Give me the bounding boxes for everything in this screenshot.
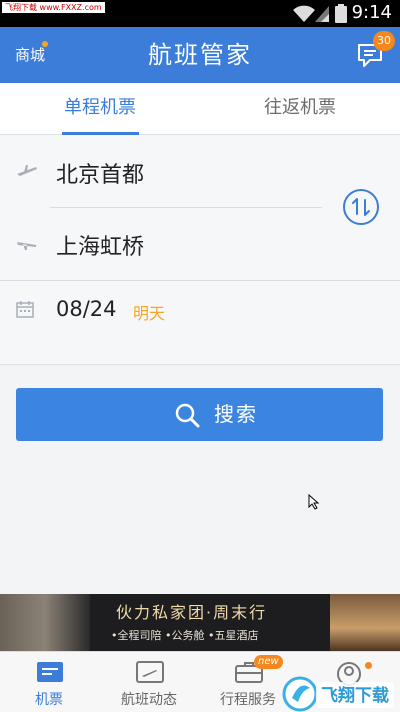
banner-champagne-photo — [330, 594, 400, 651]
banner-title: 伙力私家团·周末行 — [116, 603, 268, 622]
ticket-icon — [37, 662, 63, 682]
signal-icon — [315, 6, 329, 22]
status-time: 9:14 — [351, 2, 392, 23]
calendar-icon — [16, 301, 34, 318]
trip-type-tabs: 单程机票 往返机票 — [0, 83, 400, 135]
nav-label-tickets: 机票 — [35, 692, 63, 708]
nav-item-tickets[interactable]: 机票 — [0, 652, 100, 712]
title-bar: 商城 航班管家 — [0, 27, 400, 83]
site-logo-text: 飞翔下载 — [321, 685, 389, 706]
status-bar: 飞翔下载 www.FXXZ.com 9:14 — [0, 0, 400, 27]
departure-date[interactable]: 08/24 — [56, 297, 117, 321]
date-relative-tag: 明天 — [133, 304, 166, 323]
search-button[interactable]: 搜索 — [16, 388, 383, 441]
takeoff-icon — [17, 165, 37, 176]
swap-arrows-icon — [352, 198, 370, 216]
tab-one-way[interactable]: 单程机票 — [0, 83, 200, 135]
active-tab-indicator — [62, 132, 139, 135]
watermark-label: 飞翔下载 www.FXXZ.com — [2, 2, 105, 13]
battery-icon — [335, 4, 347, 23]
new-badge: new — [254, 655, 283, 669]
arrival-city[interactable]: 上海虹桥 — [56, 229, 144, 261]
mouse-cursor-icon — [308, 494, 320, 510]
landing-icon — [17, 242, 36, 250]
flight-status-icon — [136, 661, 164, 683]
nav-label-flight-status: 航班动态 — [121, 692, 177, 708]
app-title: 航班管家 — [148, 41, 252, 69]
city-divider — [50, 207, 322, 208]
swap-cities-button[interactable] — [343, 189, 379, 225]
banner-subtitle: •全程司陪 •公务舱 •五星酒店 — [111, 629, 259, 642]
search-icon — [175, 403, 200, 428]
departure-city[interactable]: 北京首都 — [56, 157, 144, 189]
nav-label-trip-service: 行程服务 — [220, 692, 276, 708]
search-button-label: 搜索 — [214, 402, 258, 426]
site-logo-watermark: 飞翔下载 — [282, 676, 394, 712]
banner-chauffeur-photo — [0, 594, 90, 651]
wifi-icon — [293, 5, 315, 22]
promo-banner[interactable]: 伙力私家团·周末行 •全程司陪 •公务舱 •五星酒店 — [0, 594, 400, 651]
message-count-badge: 30 — [373, 31, 395, 51]
date-divider — [0, 280, 400, 281]
nav-item-flight-status[interactable]: 航班动态 — [100, 652, 200, 712]
tab-round-trip[interactable]: 往返机票 — [200, 83, 400, 135]
